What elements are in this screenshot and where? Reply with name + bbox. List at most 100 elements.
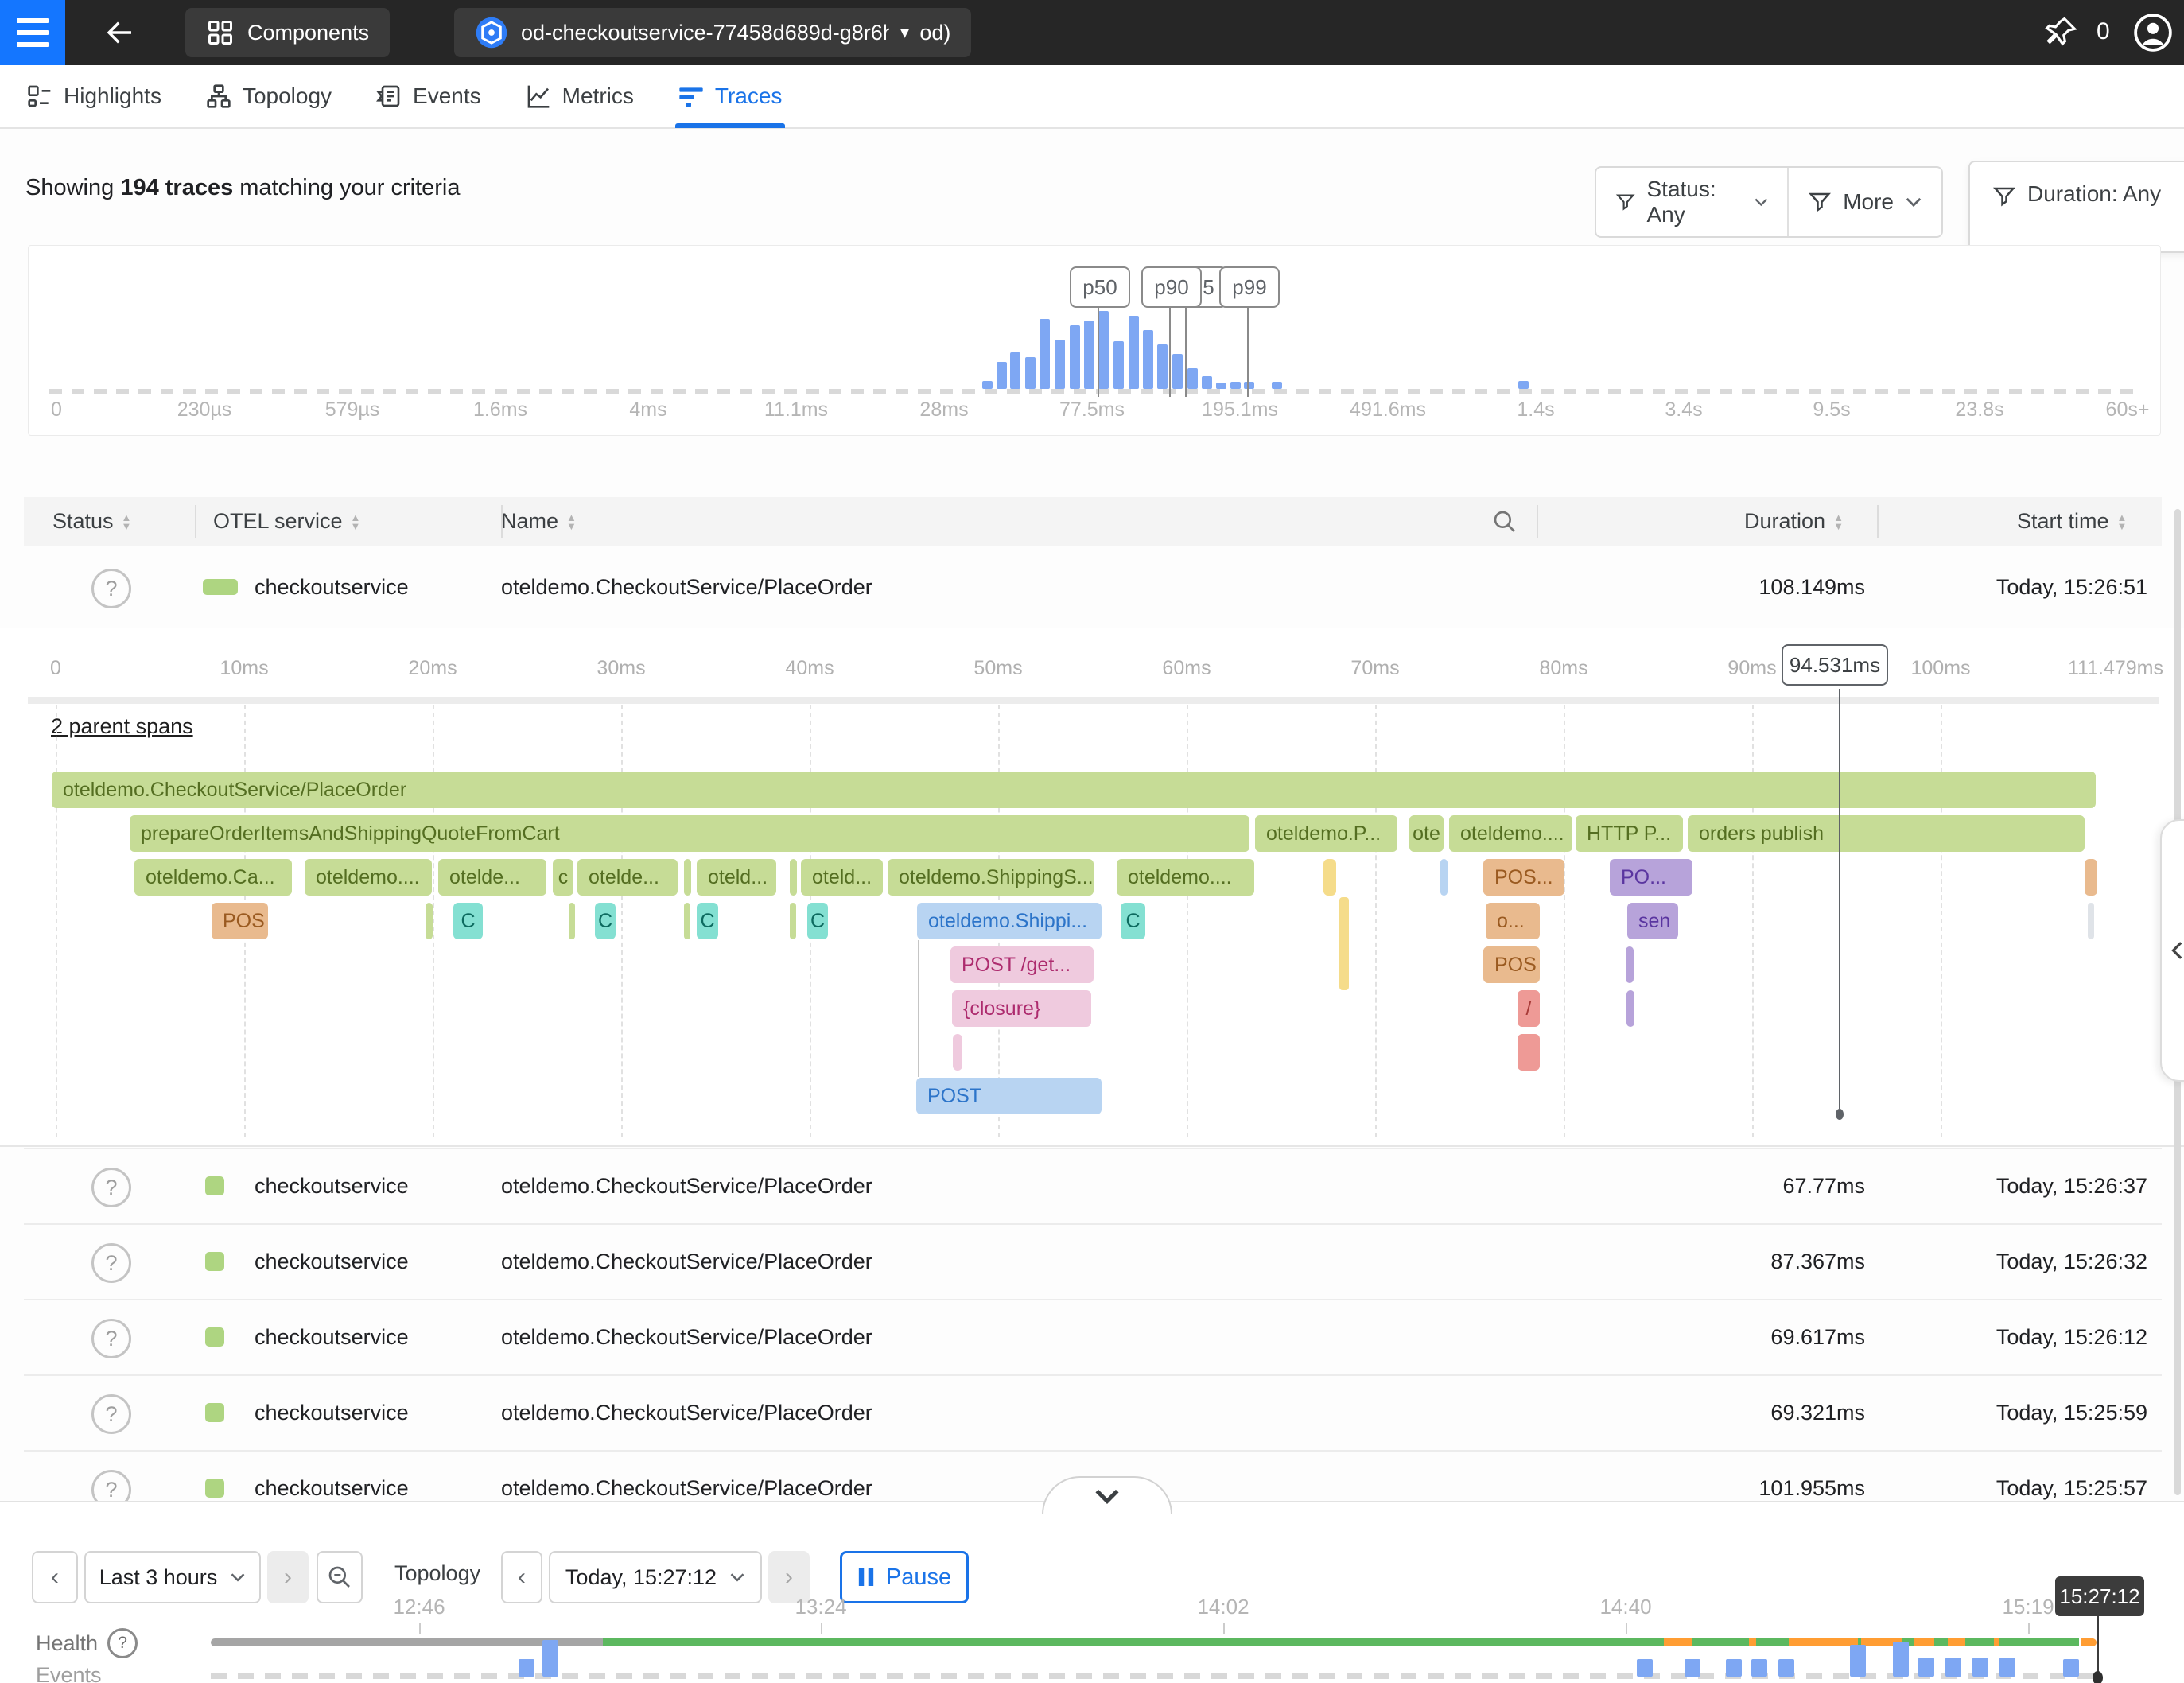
range-back-button[interactable]: ‹ xyxy=(32,1551,78,1603)
trace-span[interactable] xyxy=(1323,859,1336,896)
trace-span[interactable]: oteldemo.... xyxy=(1117,859,1254,896)
range-forward-button[interactable]: › xyxy=(267,1551,309,1603)
event-bar[interactable] xyxy=(1945,1658,1961,1677)
trace-span[interactable]: oteldemo.Ca... xyxy=(134,859,292,896)
event-bar[interactable] xyxy=(1999,1658,2015,1677)
trace-span[interactable]: oteldemo.... xyxy=(305,859,432,896)
event-bar[interactable] xyxy=(1637,1659,1653,1677)
more-filter-button[interactable]: More xyxy=(1789,168,1941,236)
expand-rows-button[interactable] xyxy=(1042,1476,1172,1514)
duration-filter-panel[interactable]: Duration: Any xyxy=(1968,161,2184,253)
trace-span[interactable]: o... xyxy=(1486,903,1540,939)
back-button[interactable] xyxy=(102,16,138,49)
event-bar[interactable] xyxy=(1726,1659,1742,1677)
trace-span[interactable] xyxy=(790,859,797,896)
column-duration[interactable]: Duration▲▼ xyxy=(1744,509,1844,534)
column-status[interactable]: Status▲▼ xyxy=(52,509,131,534)
trace-span[interactable]: orders publish xyxy=(1688,815,2085,852)
trace-span[interactable]: oteldemo.Shippi... xyxy=(917,903,1102,939)
event-bar[interactable] xyxy=(1850,1645,1866,1677)
trace-span[interactable] xyxy=(1440,859,1448,896)
trace-span[interactable] xyxy=(1626,946,1634,983)
trace-span[interactable]: POST /get... xyxy=(950,946,1094,983)
event-bar[interactable] xyxy=(1918,1658,1934,1677)
zoom-out-button[interactable] xyxy=(317,1551,363,1603)
hamburger-menu-button[interactable] xyxy=(0,0,65,65)
parent-spans-link[interactable]: 2 parent spans xyxy=(51,714,193,739)
tab-metrics[interactable]: Metrics xyxy=(526,64,634,128)
service-cell: checkoutservice xyxy=(255,1250,409,1274)
trace-span[interactable]: c xyxy=(553,859,573,896)
trace-span[interactable]: oteldemo.CheckoutService/PlaceOrder xyxy=(52,772,2096,808)
event-bar[interactable] xyxy=(1751,1659,1767,1677)
event-bar[interactable] xyxy=(542,1640,558,1677)
tab-events[interactable]: Events xyxy=(376,64,481,128)
event-bar[interactable] xyxy=(1972,1658,1988,1677)
trace-span[interactable] xyxy=(2085,859,2097,896)
trace-span[interactable]: POS xyxy=(1483,946,1540,983)
trace-span[interactable]: C xyxy=(595,903,616,939)
time-back-button[interactable]: ‹ xyxy=(501,1551,542,1603)
trace-span[interactable] xyxy=(1518,1034,1540,1071)
tab-highlights[interactable]: Highlights xyxy=(27,64,161,128)
trace-span[interactable]: PO... xyxy=(1610,859,1692,896)
trace-span[interactable]: {closure} xyxy=(952,990,1091,1027)
tab-topology[interactable]: Topology xyxy=(206,64,332,128)
trace-span[interactable]: oteldemo.P... xyxy=(1255,815,1397,852)
percentile-marker[interactable]: p50 xyxy=(1070,266,1130,308)
trace-span[interactable] xyxy=(569,903,575,939)
timestamp-dropdown[interactable]: Today, 15:27:12 xyxy=(549,1551,762,1603)
trace-span[interactable]: C xyxy=(697,903,718,939)
trace-span[interactable]: POS... xyxy=(1483,859,1564,896)
event-bar[interactable] xyxy=(2063,1659,2079,1677)
status-filter-button[interactable]: Status: Any xyxy=(1596,168,1787,236)
event-bar[interactable] xyxy=(1778,1659,1794,1677)
trace-span[interactable]: POS xyxy=(212,903,268,939)
timeline-cursor-dot[interactable] xyxy=(2093,1671,2103,1683)
trace-span[interactable] xyxy=(426,903,433,939)
trace-span[interactable]: oteld... xyxy=(801,859,883,896)
event-bar[interactable] xyxy=(1685,1659,1700,1677)
trace-span[interactable]: oteldemo.ShippingS... xyxy=(888,859,1094,896)
duration-cell: 87.367ms xyxy=(1591,1250,1865,1274)
column-otel-service[interactable]: OTEL service▲▼ xyxy=(213,509,360,534)
time-range-dropdown[interactable]: Last 3 hours xyxy=(84,1551,261,1603)
trace-span[interactable] xyxy=(2088,903,2094,939)
trace-span[interactable] xyxy=(684,903,690,939)
components-breadcrumb-button[interactable]: Components xyxy=(185,8,390,57)
trace-span[interactable]: C xyxy=(453,903,483,939)
side-panel-handle[interactable] xyxy=(2160,819,2184,1082)
event-bar[interactable] xyxy=(519,1659,534,1677)
trace-span[interactable]: C xyxy=(807,903,828,939)
event-bar[interactable] xyxy=(1893,1642,1909,1677)
trace-span[interactable] xyxy=(790,903,796,939)
trace-span[interactable] xyxy=(1626,990,1634,1027)
waterfall-gridline xyxy=(1941,705,1942,1137)
trace-span[interactable]: otelde... xyxy=(577,859,678,896)
trace-span[interactable]: sen xyxy=(1627,903,1678,939)
user-avatar[interactable] xyxy=(2133,13,2173,52)
trace-span[interactable] xyxy=(684,859,691,896)
trace-span[interactable]: oteldemo.... xyxy=(1449,815,1572,852)
search-icon xyxy=(1492,509,1518,534)
tab-traces[interactable]: Traces xyxy=(678,64,783,128)
help-icon[interactable]: ? xyxy=(107,1628,138,1658)
topology-view-label[interactable]: Topology xyxy=(394,1561,480,1586)
pin-icon[interactable] xyxy=(2044,14,2079,49)
column-start-time[interactable]: Start time▲▼ xyxy=(2017,509,2127,534)
search-button[interactable] xyxy=(1492,509,1518,534)
trace-span[interactable]: / xyxy=(1518,990,1540,1027)
column-name[interactable]: Name▲▼ xyxy=(501,509,577,534)
trace-span[interactable]: ote xyxy=(1409,815,1444,852)
trace-span[interactable]: prepareOrderItemsAndShippingQuoteFromCar… xyxy=(130,815,1249,852)
percentile-marker[interactable]: p99 xyxy=(1219,266,1280,308)
entity-dropdown-button[interactable]: ▾ xyxy=(889,8,920,57)
trace-span[interactable]: C xyxy=(1121,903,1145,939)
pause-button[interactable]: Pause xyxy=(840,1551,969,1603)
trace-span[interactable] xyxy=(953,1034,962,1071)
trace-span[interactable]: POST xyxy=(916,1078,1102,1114)
trace-span[interactable]: HTTP P... xyxy=(1576,815,1683,852)
trace-span[interactable]: otelde... xyxy=(438,859,546,896)
trace-span[interactable]: oteld... xyxy=(697,859,776,896)
percentile-marker[interactable]: p90 xyxy=(1141,266,1202,308)
